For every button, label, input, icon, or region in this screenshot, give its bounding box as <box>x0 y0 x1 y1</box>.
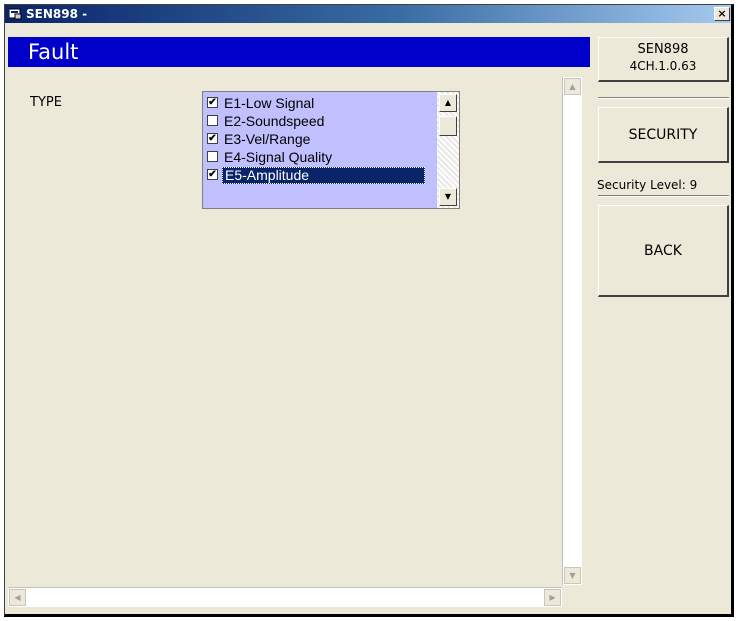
type-label: TYPE <box>30 95 62 110</box>
fault-item-checkbox[interactable] <box>207 151 218 162</box>
list-scrollbar[interactable]: ▲ ▼ <box>437 92 459 208</box>
divider <box>598 195 729 197</box>
fault-item-checkbox[interactable]: ✔ <box>207 169 218 180</box>
page-title: Fault <box>8 37 590 67</box>
list-scroll-down-button[interactable]: ▼ <box>439 188 457 206</box>
scroll-left-button[interactable]: ◀ <box>9 589 26 606</box>
fault-item-checkbox[interactable] <box>207 115 218 126</box>
content-panel: TYPE ✔ E1-Low Signal E2-Soundspeed ✔ E3-… <box>8 67 562 587</box>
arrow-left-icon: ◀ <box>14 593 21 602</box>
fault-item-e3[interactable]: ✔ E3-Vel/Range <box>206 130 434 148</box>
app-icon <box>9 8 22 20</box>
arrow-up-icon: ▲ <box>569 82 576 91</box>
fault-type-list[interactable]: ✔ E1-Low Signal E2-Soundspeed ✔ E3-Vel/R… <box>202 91 460 209</box>
scroll-down-button[interactable]: ▼ <box>564 567 581 584</box>
fault-item-label: E1-Low Signal <box>224 95 315 111</box>
window-title: SEN898 - <box>26 7 88 21</box>
horizontal-scrollbar[interactable]: ◀ ▶ <box>8 587 562 607</box>
vertical-scrollbar[interactable]: ▲ ▼ <box>562 77 582 585</box>
fault-item-e5[interactable]: ✔ E5-Amplitude <box>206 166 434 184</box>
close-button[interactable]: × <box>714 7 730 21</box>
list-scroll-thumb[interactable] <box>439 116 457 136</box>
device-name: SEN898 <box>637 42 689 57</box>
close-icon: × <box>717 7 727 20</box>
app-window: SEN898 - × Fault TYPE ✔ E1-Low Signal E2… <box>4 4 734 617</box>
arrow-right-icon: ▶ <box>549 593 556 602</box>
fault-item-e4[interactable]: E4-Signal Quality <box>206 148 434 166</box>
title-bar[interactable]: SEN898 - × <box>5 5 731 23</box>
version-info: SEN898 4CH.1.0.63 <box>598 37 729 82</box>
firmware-version: 4CH.1.0.63 <box>629 59 697 73</box>
arrow-down-icon: ▼ <box>569 571 576 580</box>
arrow-up-icon: ▲ <box>444 98 452 107</box>
scroll-right-button[interactable]: ▶ <box>544 589 561 606</box>
fault-item-e1[interactable]: ✔ E1-Low Signal <box>206 94 434 112</box>
fault-item-checkbox[interactable]: ✔ <box>207 133 218 144</box>
back-button[interactable]: BACK <box>598 205 729 297</box>
scroll-up-button[interactable]: ▲ <box>564 78 581 95</box>
list-scroll-up-button[interactable]: ▲ <box>439 94 457 112</box>
fault-item-label: E2-Soundspeed <box>224 113 325 129</box>
fault-item-e2[interactable]: E2-Soundspeed <box>206 112 434 130</box>
fault-item-checkbox[interactable]: ✔ <box>207 97 218 108</box>
arrow-down-icon: ▼ <box>444 192 452 201</box>
fault-item-label: E4-Signal Quality <box>224 149 333 165</box>
fault-item-label: E5-Amplitude <box>222 167 425 184</box>
fault-item-label: E3-Vel/Range <box>224 131 311 147</box>
divider <box>598 97 729 99</box>
security-button[interactable]: SECURITY <box>598 107 729 163</box>
security-level-label: Security Level: 9 <box>597 178 698 192</box>
